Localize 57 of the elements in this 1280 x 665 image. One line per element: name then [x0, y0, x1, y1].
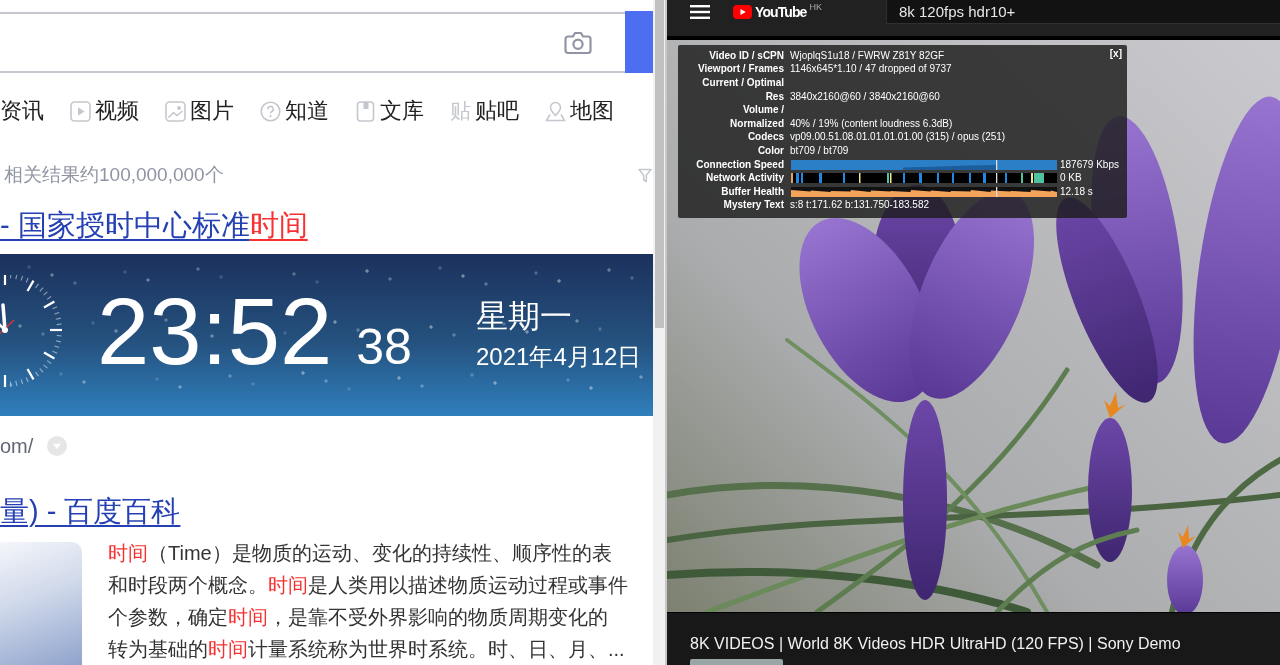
- stat-label: Buffer Health: [721, 185, 784, 197]
- result-title-link[interactable]: 量) - 百度百科: [0, 495, 181, 527]
- result-count: 相关结果约100,000,000个: [4, 163, 224, 187]
- play-logo-icon[interactable]: [733, 5, 752, 19]
- play-icon: [70, 100, 91, 122]
- stat-value: bt709 / bt709: [790, 144, 849, 157]
- nav-tab[interactable]: 视频: [70, 96, 139, 126]
- search-field[interactable]: [0, 12, 625, 73]
- caret-circle-icon[interactable]: [47, 436, 68, 456]
- stat-label: Res: [765, 90, 784, 102]
- scrollbar-thumb[interactable]: [655, 0, 664, 328]
- stat-value: 40% / 19% (content loudness 6.3dB): [790, 117, 953, 130]
- stat-label: Normalized: [730, 117, 784, 129]
- nav-tab[interactable]: 地图: [545, 96, 614, 126]
- clock-seconds: 38: [356, 322, 412, 372]
- character-icon: 贴: [450, 100, 471, 122]
- logo-text[interactable]: YouTube: [755, 3, 807, 21]
- stat-value: s:8 t:171.62 b:131.750-183.582: [790, 199, 929, 212]
- stat-label: Video ID / sCPN: [709, 49, 784, 61]
- weekday-label: 星期一: [476, 297, 572, 335]
- graph-reading: 0 KB: [1060, 172, 1082, 185]
- nav-tab[interactable]: 文库: [355, 96, 424, 126]
- result-title-link[interactable]: - 国家授时中心标准时间: [0, 209, 308, 241]
- search-field[interactable]: 8k 120fps hdr10+: [886, 0, 1280, 24]
- stat-label: Network Activity: [706, 172, 784, 184]
- menu-icon[interactable]: [690, 5, 710, 19]
- nav-tab[interactable]: 资讯: [0, 96, 44, 126]
- stat-label: Connection Speed: [696, 158, 784, 170]
- question-mark-icon: [260, 100, 281, 122]
- nav-tab[interactable]: 知道: [260, 96, 329, 126]
- image-icon: [165, 100, 186, 122]
- stat-value: vp09.00.51.08.01.01.01.01.00 (315) / opus (251): [790, 131, 1006, 144]
- video-title: 8K VIDEOS | World 8K Videos HDR UltraHD (120 FPS) | Sony Demo: [690, 634, 1181, 654]
- search-button[interactable]: [625, 11, 653, 73]
- nav-tab[interactable]: 图片: [165, 96, 234, 126]
- result-summary: 时间（Time）是物质的运动、变化的持续性、顺序性的表 和时段两个概念。时间是人类用以描述物质运动过程或事件 个参数，确定时间，是靠不受外界影响的物质周期变化的 转为基础的时间计量系统称为世界时系统。时、日、月、...: [108, 541, 628, 662]
- graph-reading: 12.18 s: [1060, 185, 1093, 198]
- stat-value: WjoplqS1u18 / FWRW Z81Y 82GF: [790, 49, 945, 62]
- graph-reading: 187679 Kbps: [1060, 158, 1119, 171]
- result-url: om/: [0, 434, 34, 458]
- date-label: 2021年4月12日: [476, 342, 642, 372]
- close-button[interactable]: [x]: [1109, 48, 1122, 60]
- camera-icon[interactable]: [564, 30, 592, 55]
- stat-label: Color: [757, 144, 784, 156]
- region-label: HK: [809, 2, 823, 12]
- stat-label: Current / Optimal: [702, 77, 784, 88]
- stat-label: Mystery Text: [723, 199, 784, 211]
- stat-label: Viewport / Frames: [698, 63, 784, 75]
- stat-label: Volume /: [743, 104, 784, 116]
- stat-value: 1146x645*1.10 / 47 dropped of 9737: [790, 63, 952, 76]
- nav-tab[interactable]: 贴 贴吧: [450, 96, 519, 126]
- stat-value: 3840x2160@60 / 3840x2160@60: [790, 90, 940, 103]
- filter-icon[interactable]: [638, 167, 652, 183]
- map-pin-icon: [545, 100, 566, 122]
- clock-time: 23:52: [97, 285, 333, 379]
- stat-label: Codecs: [747, 131, 784, 143]
- document-icon: [355, 100, 376, 122]
